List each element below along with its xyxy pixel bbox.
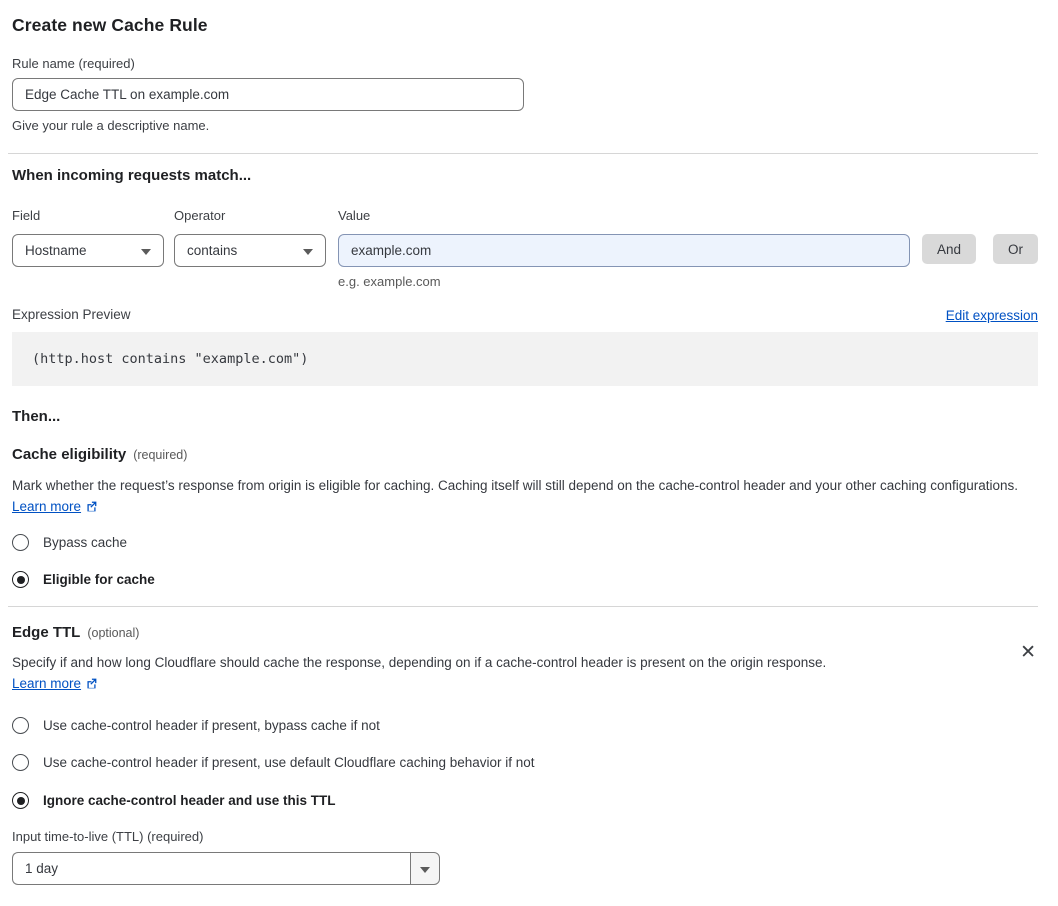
operator-label: Operator [174,208,326,224]
ttl-dropdown-button[interactable] [410,852,440,885]
rule-name-label: Rule name (required) [12,56,1038,72]
required-tag: (required) [133,448,187,462]
edit-expression-link[interactable]: Edit expression [946,308,1038,323]
radio-option-bypass-cache[interactable]: Bypass cache [12,534,1038,551]
radio-option-ignore-header-use-ttl[interactable]: Ignore cache-control header and use this… [12,792,1038,809]
value-help: e.g. example.com [338,274,910,290]
edge-ttl-learn-more-link[interactable]: Learn more [12,676,81,691]
external-link-icon [85,498,98,519]
external-link-icon [85,675,98,696]
ttl-label: Input time-to-live (TTL) (required) [12,829,1038,845]
page-title: Create new Cache Rule [12,14,1038,36]
or-button[interactable]: Or [993,234,1038,264]
radio-option-label: Use cache-control header if present, use… [43,755,535,770]
cache-eligibility-heading: Cache eligibility [12,446,126,463]
field-select-value: Hostname [25,243,87,258]
radio-option-label: Use cache-control header if present, byp… [43,718,380,733]
optional-tag: (optional) [87,626,139,640]
radio-button-unchecked[interactable] [12,754,29,771]
edge-ttl-heading: Edge TTL [12,624,80,641]
radio-button-unchecked[interactable] [12,717,29,734]
radio-option-label: Bypass cache [43,535,127,550]
expression-preview-box: (http.host contains "example.com") [12,332,1038,386]
rule-name-help: Give your rule a descriptive name. [12,118,1038,134]
radio-button-checked[interactable] [12,792,29,809]
section-divider [8,153,1038,154]
edge-ttl-description: Specify if and how long Cloudflare shoul… [12,655,826,670]
cache-eligibility-description: Mark whether the request’s response from… [12,478,1018,493]
field-label: Field [12,208,164,224]
radio-button-checked[interactable] [12,571,29,588]
close-icon[interactable]: ✕ [1020,643,1036,662]
operator-select-value: contains [187,243,237,258]
match-section-heading: When incoming requests match... [12,166,1038,186]
ttl-input[interactable] [12,852,410,885]
then-heading: Then... [12,407,1038,427]
rule-name-input[interactable] [12,78,524,111]
operator-select[interactable]: contains [174,234,326,267]
radio-option-use-header-default[interactable]: Use cache-control header if present, use… [12,754,1038,771]
field-select[interactable]: Hostname [12,234,164,267]
radio-option-use-header-bypass[interactable]: Use cache-control header if present, byp… [12,717,1038,734]
expression-preview-label: Expression Preview [12,307,131,323]
radio-option-eligible-for-cache[interactable]: Eligible for cache [12,571,1038,588]
radio-button-unchecked[interactable] [12,534,29,551]
cache-eligibility-learn-more-link[interactable]: Learn more [12,499,81,514]
and-button[interactable]: And [922,234,976,264]
radio-option-label: Eligible for cache [43,572,155,587]
section-divider [8,606,1038,607]
chevron-down-icon [420,867,430,873]
chevron-down-icon [141,249,151,255]
value-label: Value [338,208,910,224]
create-cache-rule-form: Create new Cache Rule Rule name (require… [0,0,1058,885]
chevron-down-icon [303,249,313,255]
value-input[interactable] [338,234,910,267]
expression-code: (http.host contains "example.com") [32,351,308,367]
radio-option-label: Ignore cache-control header and use this… [43,793,336,808]
